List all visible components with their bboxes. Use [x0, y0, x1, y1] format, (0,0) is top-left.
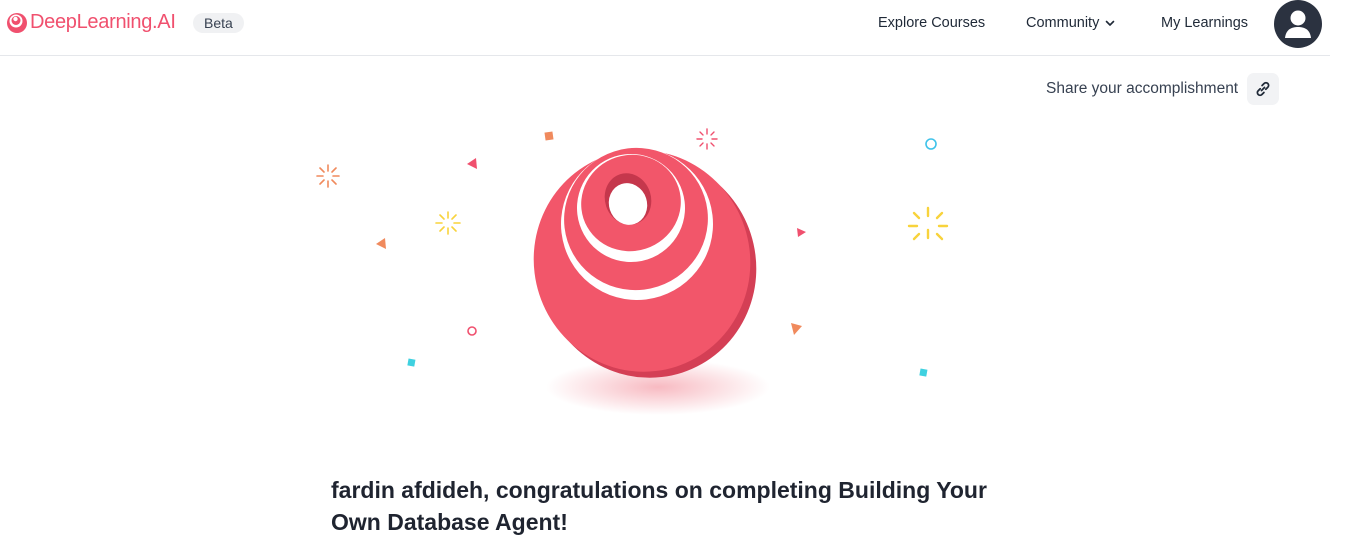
nav-community[interactable]: Community: [1026, 15, 1115, 31]
confetti-square: [544, 131, 554, 141]
nav-explore-courses[interactable]: Explore Courses: [878, 15, 985, 31]
celebration-illustration: [316, 128, 949, 415]
share-accomplishment: Share your accomplishment: [1046, 73, 1280, 105]
sparkle-icon: [907, 206, 949, 241]
share-label: Share your accomplishment: [1046, 80, 1239, 97]
user-avatar[interactable]: [1274, 0, 1322, 48]
beta-badge: Beta: [193, 13, 244, 33]
chevron-down-icon: [1106, 20, 1115, 26]
deeplearning-logo[interactable]: DeepLearning.AI: [6, 11, 176, 34]
share-link-button[interactable]: [1247, 73, 1280, 105]
link-icon: [1256, 81, 1270, 97]
sparkle-icon: [435, 211, 461, 235]
sparkle-icon: [696, 128, 718, 150]
user-avatar-icon: [1285, 10, 1311, 38]
sparkle-icon: [316, 164, 340, 188]
confetti-triangle: [791, 323, 802, 335]
confetti-square: [919, 368, 928, 377]
deeplearning-badge-icon: [533, 147, 757, 378]
top-nav-bar: DeepLearning.AI Beta Explore Courses Com…: [0, 0, 1330, 56]
confetti-triangle: [797, 228, 806, 237]
confetti-triangle: [376, 238, 386, 249]
confetti-circle: [467, 326, 477, 336]
logo-text: DeepLearning.AI: [30, 11, 176, 33]
confetti-square: [407, 358, 416, 367]
nav-my-learnings[interactable]: My Learnings: [1161, 15, 1248, 31]
confetti-circle: [925, 138, 937, 150]
congratulations-heading: fardin afdideh, congratulations on compl…: [331, 477, 987, 535]
confetti-triangle: [467, 158, 477, 169]
deeplearning-logo-icon: [7, 12, 27, 33]
nav-community-label: Community: [1026, 15, 1100, 31]
